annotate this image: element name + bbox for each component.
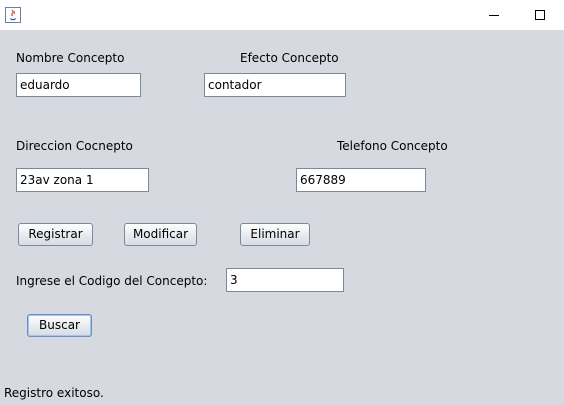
- codigo-concepto-label: Ingrese el Codigo del Concepto:: [16, 274, 208, 288]
- eliminar-button[interactable]: Eliminar: [240, 223, 310, 246]
- title-bar: [0, 0, 564, 30]
- status-message: Registro exitoso.: [4, 386, 104, 400]
- registrar-button[interactable]: Registrar: [18, 223, 93, 246]
- nombre-concepto-input[interactable]: eduardo: [16, 73, 141, 97]
- efecto-concepto-input[interactable]: contador: [204, 73, 346, 97]
- telefono-concepto-input[interactable]: 667889: [296, 168, 426, 192]
- codigo-concepto-input[interactable]: 3: [226, 268, 344, 292]
- nombre-concepto-label: Nombre Concepto: [16, 51, 125, 65]
- direccion-concepto-input[interactable]: 23av zona 1: [16, 168, 149, 192]
- direccion-concepto-label: Direccion Cocnepto: [16, 139, 133, 153]
- modificar-button[interactable]: Modificar: [124, 223, 197, 246]
- java-icon: [5, 7, 21, 23]
- maximize-icon[interactable]: [525, 3, 555, 27]
- form-panel: Nombre Concepto eduardo Efecto Concepto …: [0, 30, 564, 405]
- efecto-concepto-label: Efecto Concepto: [240, 51, 339, 65]
- buscar-button[interactable]: Buscar: [27, 314, 92, 337]
- telefono-concepto-label: Telefono Concepto: [337, 139, 448, 153]
- minimize-icon[interactable]: [480, 3, 510, 27]
